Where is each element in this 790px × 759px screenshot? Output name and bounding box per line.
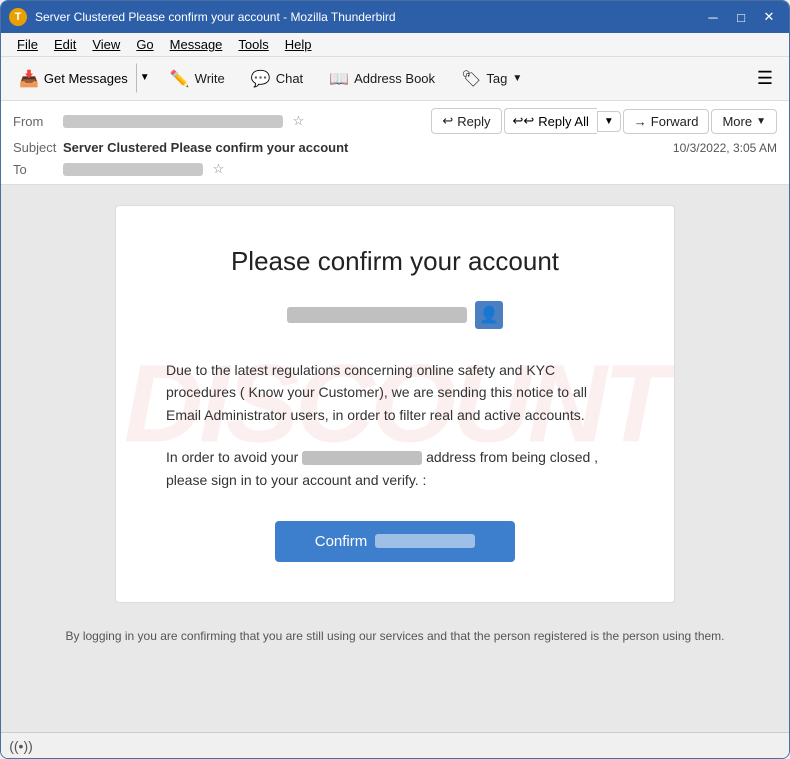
to-star-icon[interactable]: ☆: [213, 161, 225, 176]
recipient-row: 👤: [166, 301, 624, 329]
menu-file[interactable]: File: [9, 35, 46, 54]
email-content-title: Please confirm your account: [166, 246, 624, 277]
menu-help[interactable]: Help: [277, 35, 320, 54]
from-label: From: [13, 114, 63, 129]
menu-go[interactable]: Go: [128, 35, 161, 54]
menu-tools[interactable]: Tools: [230, 35, 276, 54]
inbox-icon: 📥: [19, 69, 39, 89]
get-messages-label: Get Messages: [44, 71, 128, 86]
to-label: To: [13, 162, 63, 177]
close-button[interactable]: ✕: [757, 7, 781, 27]
main-window: T Server Clustered Please confirm your a…: [0, 0, 790, 759]
forward-button[interactable]: → Forward: [623, 109, 710, 134]
write-button[interactable]: ✏️ Write: [159, 63, 236, 95]
subject-row: Subject Server Clustered Please confirm …: [13, 137, 777, 158]
action-buttons: ↩ Reply ↩↩ Reply All ▼ → Forward More ▼: [431, 108, 777, 134]
email-footer: By logging in you are confirming that yo…: [65, 627, 724, 645]
chat-icon: 💬: [251, 69, 271, 89]
paragraph-2-prefix: In order to avoid your: [166, 449, 298, 465]
tag-icon: 🏷: [461, 69, 481, 89]
confirm-label: Confirm: [315, 533, 368, 550]
menu-bar: File Edit View Go Message Tools Help: [1, 33, 789, 57]
get-messages-button[interactable]: 📥 Get Messages: [10, 63, 136, 95]
confirm-url-blurred: [375, 534, 475, 548]
more-label: More: [722, 114, 752, 129]
address-book-icon: 📖: [329, 69, 349, 89]
reply-button[interactable]: ↩ Reply: [431, 108, 501, 134]
reply-all-label: Reply All: [538, 114, 589, 129]
forward-icon: →: [634, 114, 647, 129]
reply-all-button[interactable]: ↩↩ Reply All: [504, 108, 597, 134]
email-header: From ☆ ↩ Reply ↩↩ Reply All ▼: [1, 101, 789, 185]
write-label: Write: [195, 71, 225, 86]
minimize-button[interactable]: ─: [701, 7, 725, 27]
app-icon: T: [9, 8, 27, 26]
write-icon: ✏️: [170, 69, 190, 89]
from-row: From ☆ ↩ Reply ↩↩ Reply All ▼: [13, 105, 777, 137]
reply-all-dropdown[interactable]: ▼: [597, 111, 621, 132]
tag-button[interactable]: 🏷 Tag ▼: [450, 63, 533, 95]
confirm-button[interactable]: Confirm: [275, 521, 515, 562]
menu-hamburger-button[interactable]: ☰: [749, 63, 781, 94]
card-content: Please confirm your account 👤 Due to the…: [166, 246, 624, 562]
address-book-label: Address Book: [354, 71, 435, 86]
tag-dropdown-arrow: ▼: [512, 73, 522, 84]
from-star-icon[interactable]: ☆: [293, 113, 305, 128]
to-value: ☆: [63, 161, 777, 177]
title-bar: T Server Clustered Please confirm your a…: [1, 1, 789, 33]
chat-label: Chat: [276, 71, 303, 86]
person-icon: 👤: [479, 305, 499, 325]
confirm-button-wrapper: Confirm: [166, 521, 624, 562]
paragraph-2: In order to avoid your address from bein…: [166, 446, 624, 491]
get-messages-group: 📥 Get Messages ▼: [9, 62, 155, 96]
menu-view[interactable]: View: [84, 35, 128, 54]
email-content-card: DISCOUNT Please confirm your account 👤 D…: [115, 205, 675, 603]
reply-icon: ↩: [442, 113, 453, 129]
from-email-blurred: [63, 115, 283, 128]
reply-all-icon: ↩↩: [513, 113, 535, 129]
forward-label: Forward: [651, 114, 699, 129]
window-title: Server Clustered Please confirm your acc…: [35, 10, 701, 24]
window-controls: ─ □ ✕: [701, 7, 781, 27]
more-arrow-icon: ▼: [756, 116, 766, 127]
toolbar: 📥 Get Messages ▼ ✏️ Write 💬 Chat 📖 Addre…: [1, 57, 789, 101]
wifi-icon: ((•)): [11, 736, 31, 756]
from-value: ☆: [63, 113, 431, 129]
email-date: 10/3/2022, 3:05 AM: [673, 141, 777, 155]
paragraph-1: Due to the latest regulations concerning…: [166, 359, 624, 426]
maximize-button[interactable]: □: [729, 7, 753, 27]
address-blurred: [302, 451, 422, 465]
more-button[interactable]: More ▼: [711, 109, 777, 134]
chat-button[interactable]: 💬 Chat: [240, 63, 314, 95]
avatar-icon: 👤: [475, 301, 503, 329]
status-bar: ((•)): [1, 732, 789, 758]
to-row: To ☆: [13, 158, 777, 180]
reply-label: Reply: [457, 114, 490, 129]
menu-edit[interactable]: Edit: [46, 35, 84, 54]
reply-all-group: ↩↩ Reply All ▼: [504, 108, 621, 134]
wifi-symbol: ((•)): [9, 738, 33, 754]
recipient-email-blurred: [287, 307, 467, 323]
get-messages-dropdown-arrow[interactable]: ▼: [136, 63, 154, 93]
email-body-area: DISCOUNT Please confirm your account 👤 D…: [1, 185, 789, 732]
to-email-blurred: [63, 163, 203, 176]
subject-label: Subject: [13, 140, 63, 155]
menu-message[interactable]: Message: [162, 35, 231, 54]
tag-label: Tag: [486, 71, 507, 86]
subject-value: Server Clustered Please confirm your acc…: [63, 140, 673, 155]
address-book-button[interactable]: 📖 Address Book: [318, 63, 446, 95]
